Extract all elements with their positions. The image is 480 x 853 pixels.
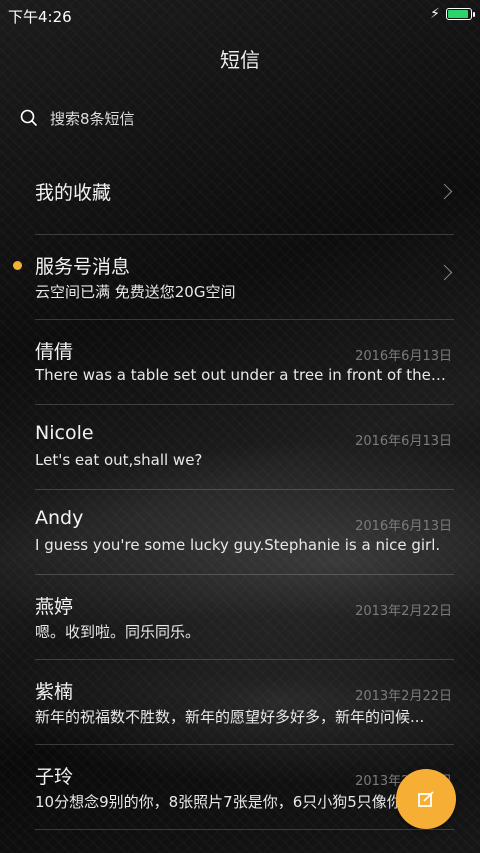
message-preview: 新年的祝福数不胜数，新年的愿望好多好多，新年的问候... xyxy=(35,708,425,726)
conversation-item[interactable]: Nicole 2016年6月13日 Let's eat out,shall we… xyxy=(35,405,454,490)
unread-dot xyxy=(13,261,22,270)
list-item-service-messages[interactable]: 服务号消息 云空间已满 免费送您20G空间 xyxy=(13,235,454,320)
item-name: 我的收藏 xyxy=(35,182,112,204)
search-bar[interactable]: 搜索8条短信 xyxy=(20,106,135,130)
contact-name: Andy xyxy=(35,507,84,529)
message-date: 2013年2月22日 xyxy=(355,689,452,704)
message-preview: 10分想念9别的你，8张照片7张是你，6只小狗5只像你 xyxy=(35,793,402,811)
item-name: 服务号消息 xyxy=(35,256,131,278)
item-preview: 云空间已满 免费送您20G空间 xyxy=(35,283,236,301)
compose-button[interactable] xyxy=(396,769,456,829)
page-title: 短信 xyxy=(220,48,260,72)
message-date: 2016年6月13日 xyxy=(355,519,452,534)
bolt-icon: ⚡ xyxy=(430,6,440,22)
status-time: 下午4:26 xyxy=(8,8,72,26)
message-preview: I guess you're some lucky guy.Stephanie … xyxy=(35,536,441,554)
status-bar: 下午4:26 ⚡ xyxy=(0,0,480,30)
message-date: 2016年6月13日 xyxy=(355,349,452,364)
contact-name: Nicole xyxy=(35,422,94,444)
list-item-favorites[interactable]: 我的收藏 xyxy=(35,150,454,235)
search-placeholder: 搜索8条短信 xyxy=(50,109,135,128)
chevron-right-icon xyxy=(436,183,453,200)
contact-name: 紫楠 xyxy=(35,681,74,703)
conversation-item[interactable]: 子玲 2013年2月22日 10分想念9别的你，8张照片7张是你，6只小狗5只像… xyxy=(35,745,454,830)
conversation-item[interactable]: 燕婷 2013年2月22日 嗯。收到啦。同乐同乐。 xyxy=(35,575,454,660)
message-date: 2016年6月13日 xyxy=(355,434,452,449)
message-preview: 嗯。收到啦。同乐同乐。 xyxy=(35,623,201,641)
search-icon xyxy=(20,109,38,127)
compose-icon xyxy=(418,791,434,807)
conversation-list: 我的收藏 服务号消息 云空间已满 免费送您20G空间 倩倩 2016年6月13日… xyxy=(0,150,480,830)
contact-name: 倩倩 xyxy=(35,341,74,363)
contact-name: 子玲 xyxy=(35,766,74,788)
chevron-right-icon xyxy=(436,264,453,281)
message-date: 2013年2月22日 xyxy=(355,604,452,619)
battery-icon xyxy=(446,8,475,20)
message-preview: Let's eat out,shall we? xyxy=(35,451,203,469)
message-preview: There was a table set out under a tree i… xyxy=(35,366,450,384)
contact-name: 燕婷 xyxy=(35,596,74,618)
conversation-item[interactable]: 紫楠 2013年2月22日 新年的祝福数不胜数，新年的愿望好多好多，新年的问候.… xyxy=(35,660,454,745)
conversation-item[interactable]: Andy 2016年6月13日 I guess you're some luck… xyxy=(35,490,454,575)
conversation-item[interactable]: 倩倩 2016年6月13日 There was a table set out … xyxy=(35,320,454,405)
